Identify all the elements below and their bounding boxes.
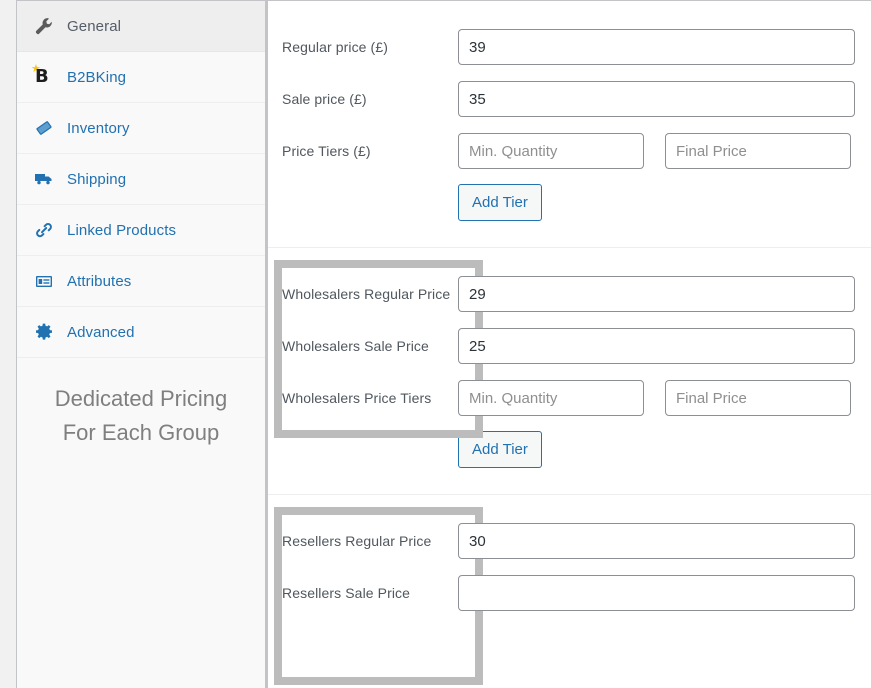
sidebar-item-shipping[interactable]: Shipping [17,154,265,205]
sidebar-item-label: Advanced [67,323,135,341]
wholesalers-add-tier-row: Add Tier [268,424,871,474]
field-label: Resellers Sale Price [282,585,411,601]
field-label: Price Tiers (£) [282,143,371,159]
add-tier-button[interactable]: Add Tier [458,183,542,221]
pricing-group-resellers: Resellers Regular Price Resellers Sale P… [268,495,871,685]
wholesalers-sale-price-input[interactable] [458,328,855,364]
truck-icon [34,169,60,189]
tier-final-price-input[interactable] [665,133,851,169]
wholesalers-add-tier-button[interactable]: Add Tier [458,430,542,468]
field-row-wholesalers-sale-price: Wholesalers Sale Price [268,320,871,372]
wholesalers-tier-min-quantity-input[interactable] [458,380,644,416]
wholesalers-tier-final-price-input[interactable] [665,380,851,416]
b2bking-logo-icon: ★ B [31,63,49,87]
list-card-icon [34,271,60,291]
sidebar-item-label: Attributes [67,272,132,290]
field-row-resellers-regular-price: Resellers Regular Price [268,515,871,567]
sidebar-item-linked-products[interactable]: Linked Products [17,205,265,256]
group-top-spacer [268,248,871,268]
add-tier-row: Add Tier [268,177,871,227]
sidebar-item-label: Shipping [67,170,127,188]
sidebar-item-attributes[interactable]: Attributes [17,256,265,307]
wholesalers-regular-price-input[interactable] [458,276,855,312]
sidebar-item-general[interactable]: General [17,1,265,52]
sidebar-caption-line-2: For Each Group [62,420,220,445]
sidebar-item-label: B2BKing [67,68,127,86]
sidebar-item-inventory[interactable]: Inventory [17,103,265,154]
sidebar-item-label: Linked Products [67,221,177,239]
tier-min-quantity-input[interactable] [458,133,644,169]
sidebar-item-b2bking[interactable]: ★ B B2BKing [17,52,265,103]
field-row-wholesalers-regular-price: Wholesalers Regular Price [268,268,871,320]
sidebar-item-label: General [67,17,122,35]
resellers-regular-price-input[interactable] [458,523,855,559]
sale-price-input[interactable] [458,81,855,117]
field-row-sale-price: Sale price (£) [268,73,871,125]
field-label: Resellers Regular Price [282,533,432,549]
field-row-regular-price: Regular price (£) [268,21,871,73]
sidebar-caption-line-1: Dedicated Pricing [54,386,228,411]
product-data-tabs-sidebar: General ★ B B2BKing Inventory Shipping L… [17,1,268,688]
regular-price-input[interactable] [458,29,855,65]
field-label: Wholesalers Sale Price [282,338,429,354]
product-data-panel: General ★ B B2BKing Inventory Shipping L… [16,0,871,688]
pricing-fields-panel: Regular price (£) Sale price (£) Price T… [268,1,871,688]
group-bottom-spacer [268,227,871,247]
field-label: Wholesalers Regular Price [282,286,451,302]
field-label: Sale price (£) [282,91,367,107]
link-icon [34,220,60,240]
group-bottom-spacer [268,474,871,494]
top-spacer [268,1,871,21]
resellers-sale-price-input[interactable] [458,575,855,611]
field-label: Regular price (£) [282,39,388,55]
screen: General ★ B B2BKing Inventory Shipping L… [0,0,871,688]
pricing-group-wholesalers: Wholesalers Regular Price Wholesalers Sa… [268,248,871,494]
sidebar-item-advanced[interactable]: Advanced [17,307,265,358]
wrench-icon [34,16,60,36]
gear-icon [34,322,60,342]
tag-icon [34,118,60,138]
sidebar-item-label: Inventory [67,119,130,137]
field-row-resellers-sale-price: Resellers Sale Price [268,567,871,619]
pricing-group-default: Regular price (£) Sale price (£) Price T… [268,1,871,247]
sidebar-caption: Dedicated Pricing For Each Group [17,382,265,450]
group-top-spacer [268,495,871,515]
field-label: Wholesalers Price Tiers [282,390,432,406]
field-row-price-tiers: Price Tiers (£) [268,125,871,177]
field-row-wholesalers-price-tiers: Wholesalers Price Tiers [268,372,871,424]
